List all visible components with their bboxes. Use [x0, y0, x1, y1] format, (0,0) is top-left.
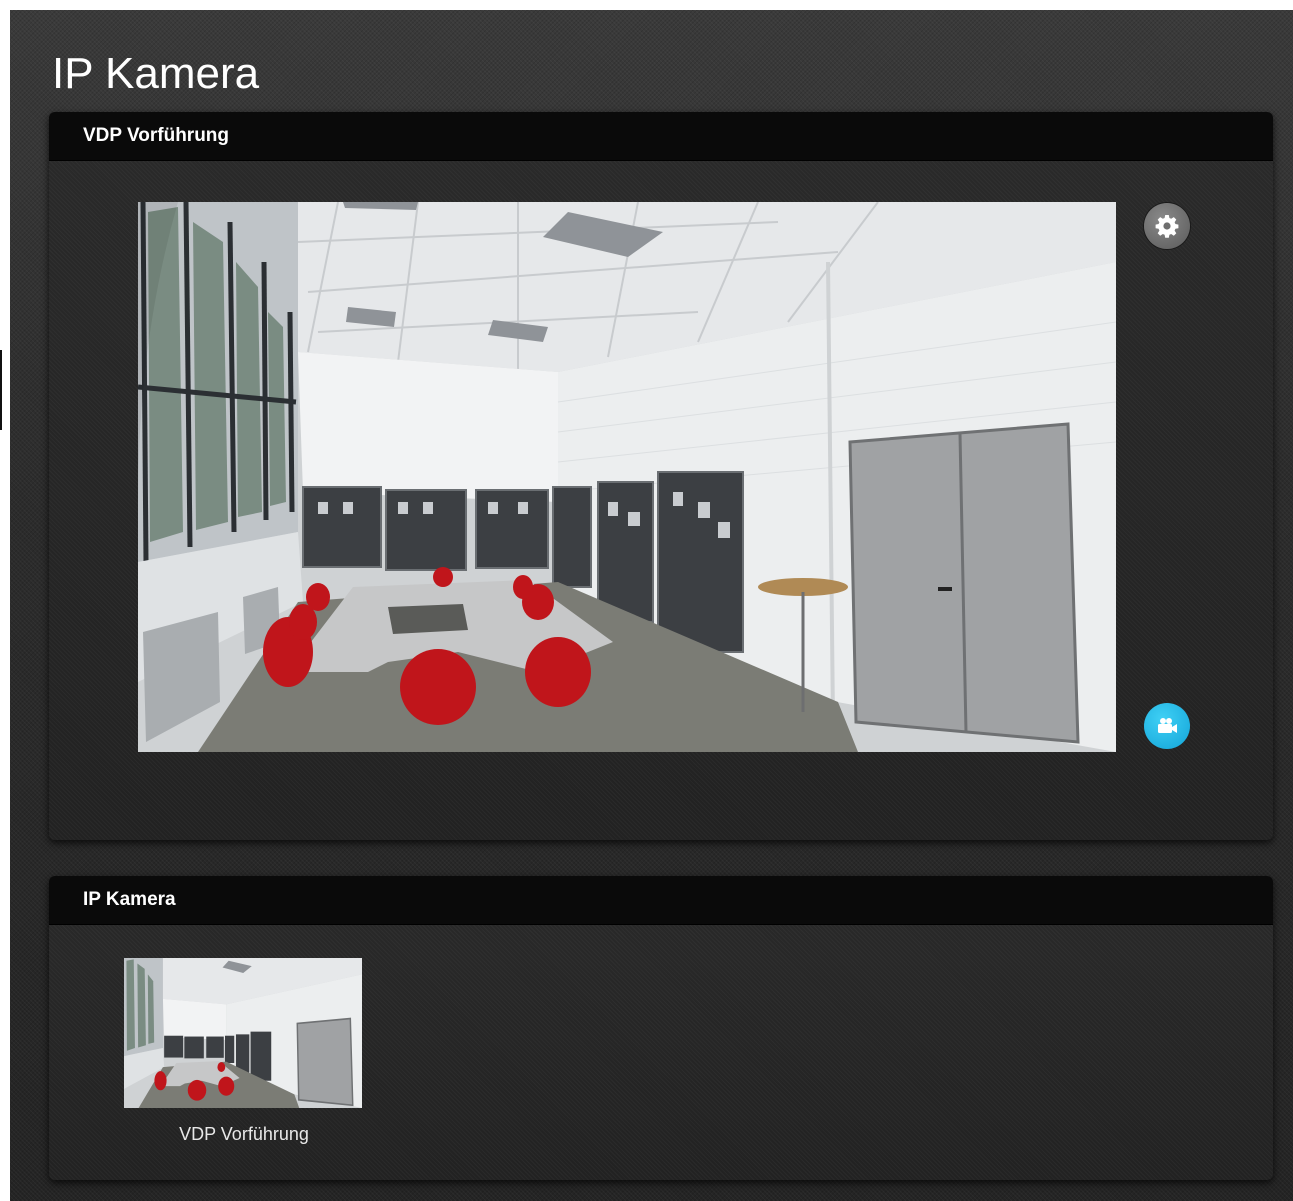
camera-settings-button[interactable] — [1144, 203, 1190, 249]
camera-panel-header: VDP Vorführung — [49, 112, 1273, 161]
camera-thumbnail-image — [124, 958, 362, 1108]
camera-thumbnail[interactable] — [124, 958, 362, 1108]
camera-image — [138, 202, 1116, 752]
camera-thumbnail-label: VDP Vorführung — [179, 1124, 309, 1144]
page-title: IP Kamera — [52, 49, 260, 98]
window-edge — [0, 350, 2, 430]
camera-panel: VDP Vorführung — [49, 112, 1273, 840]
camera-live-view[interactable] — [138, 202, 1116, 752]
page-container: IP Kamera VDP Vorführung IP Kamera VDP V… — [10, 10, 1293, 1201]
camera-list-header: IP Kamera — [49, 876, 1273, 925]
record-video-button[interactable] — [1144, 703, 1190, 749]
camera-thumbnail-tile[interactable]: VDP Vorführung — [124, 958, 364, 1145]
video-camera-icon — [1158, 718, 1177, 733]
gear-icon — [1155, 215, 1179, 238]
camera-list-panel: IP Kamera VDP Vorführung — [49, 876, 1273, 1180]
